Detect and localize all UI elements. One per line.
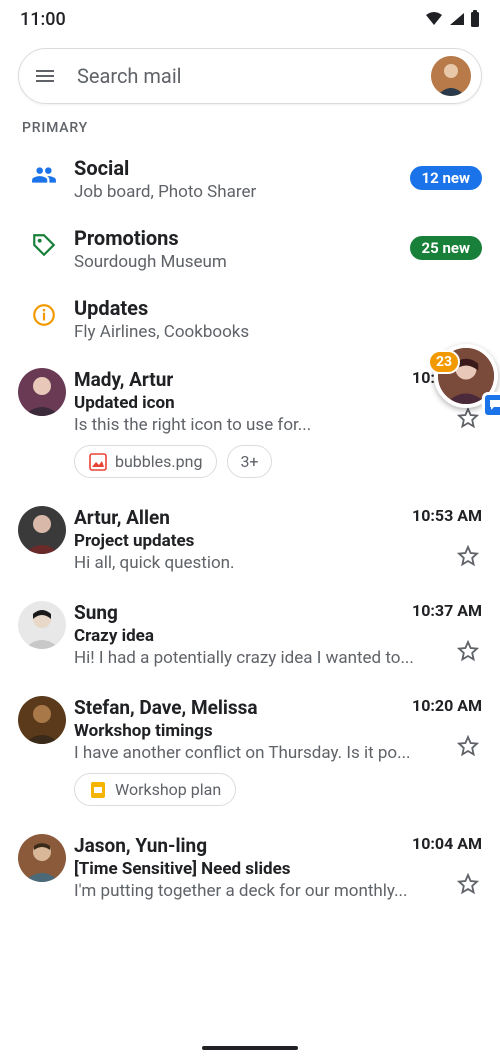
wifi-icon bbox=[424, 11, 444, 27]
attachment-chip[interactable]: Workshop plan bbox=[74, 773, 236, 806]
email-row[interactable]: Mady, Artur 10:55 AM Updated icon Is thi… bbox=[0, 354, 500, 492]
email-time: 10:37 AM bbox=[412, 601, 482, 620]
chip-label: Workshop plan bbox=[115, 780, 221, 799]
email-subject: [Time Sensitive] Need slides bbox=[74, 859, 482, 879]
email-row[interactable]: Sung 10:37 AM Crazy idea Hi! I had a pot… bbox=[0, 587, 500, 682]
category-subtitle: Fly Airlines, Cookbooks bbox=[74, 322, 482, 342]
status-bar: 11:00 bbox=[0, 0, 500, 32]
status-time: 11:00 bbox=[20, 9, 66, 30]
email-snippet: I have another conflict on Thursday. Is … bbox=[74, 743, 482, 763]
badge-new: 25 new bbox=[410, 236, 482, 260]
sender-avatar bbox=[18, 506, 70, 554]
cell-signal-icon bbox=[448, 11, 466, 27]
email-row[interactable]: Jason, Yun-ling 10:04 AM [Time Sensitive… bbox=[0, 820, 500, 915]
email-sender: Jason, Yun-ling bbox=[74, 834, 207, 857]
sender-avatar bbox=[18, 834, 70, 882]
chat-app-icon bbox=[482, 392, 500, 418]
category-title: Updates bbox=[74, 296, 482, 320]
email-snippet: Hi! I had a potentially crazy idea I wan… bbox=[74, 648, 482, 668]
email-time: 10:04 AM bbox=[412, 834, 482, 853]
attachment-more-chip[interactable]: 3+ bbox=[227, 445, 271, 478]
sender-avatar bbox=[18, 368, 70, 416]
email-sender: Mady, Artur bbox=[74, 368, 173, 391]
chat-head-badge: 23 bbox=[428, 350, 460, 374]
email-row[interactable]: Artur, Allen 10:53 AM Project updates Hi… bbox=[0, 492, 500, 587]
chip-label: bubbles.png bbox=[115, 452, 202, 471]
account-avatar[interactable] bbox=[431, 56, 471, 96]
tag-icon bbox=[18, 226, 70, 258]
home-indicator[interactable] bbox=[202, 1046, 298, 1050]
search-bar-container: Search mail bbox=[0, 32, 500, 114]
email-row[interactable]: Stefan, Dave, Melissa 10:20 AM Workshop … bbox=[0, 682, 500, 820]
people-icon bbox=[18, 156, 70, 188]
email-snippet: I'm putting together a deck for our mont… bbox=[74, 881, 482, 901]
menu-icon[interactable] bbox=[33, 64, 57, 88]
chip-label: 3+ bbox=[240, 452, 258, 471]
email-time: 10:53 AM bbox=[412, 506, 482, 525]
category-updates[interactable]: Updates Fly Airlines, Cookbooks bbox=[0, 284, 500, 354]
star-icon[interactable] bbox=[456, 639, 480, 663]
inbox-list: Social Job board, Photo Sharer 12 new Pr… bbox=[0, 144, 500, 915]
battery-icon bbox=[470, 10, 480, 28]
email-subject: Crazy idea bbox=[74, 626, 482, 646]
star-icon[interactable] bbox=[456, 872, 480, 896]
star-icon[interactable] bbox=[456, 734, 480, 758]
search-input[interactable]: Search mail bbox=[77, 64, 431, 88]
email-snippet: Is this the right icon to use for... bbox=[74, 415, 482, 435]
email-subject: Project updates bbox=[74, 531, 482, 551]
email-sender: Sung bbox=[74, 601, 118, 624]
attachment-chip[interactable]: bubbles.png bbox=[74, 445, 217, 478]
category-social[interactable]: Social Job board, Photo Sharer 12 new bbox=[0, 144, 500, 214]
category-promotions[interactable]: Promotions Sourdough Museum 25 new bbox=[0, 214, 500, 284]
email-subject: Workshop timings bbox=[74, 721, 482, 741]
chat-head[interactable]: 23 bbox=[434, 344, 500, 416]
category-subtitle: Job board, Photo Sharer bbox=[74, 182, 402, 202]
star-icon[interactable] bbox=[456, 544, 480, 568]
email-subject: Updated icon bbox=[74, 393, 482, 413]
image-icon bbox=[89, 453, 107, 471]
sender-avatar bbox=[18, 601, 70, 649]
status-icons bbox=[422, 10, 480, 28]
email-time: 10:20 AM bbox=[412, 696, 482, 715]
email-snippet: Hi all, quick question. bbox=[74, 553, 482, 573]
category-title: Social bbox=[74, 156, 402, 180]
category-subtitle: Sourdough Museum bbox=[74, 252, 402, 272]
slides-icon bbox=[89, 781, 107, 799]
info-icon bbox=[18, 296, 70, 328]
email-sender: Stefan, Dave, Melissa bbox=[74, 696, 258, 719]
email-sender: Artur, Allen bbox=[74, 506, 170, 529]
sender-avatar bbox=[18, 696, 70, 744]
category-title: Promotions bbox=[74, 226, 402, 250]
search-bar[interactable]: Search mail bbox=[18, 48, 482, 104]
section-label: PRIMARY bbox=[0, 114, 500, 144]
badge-new: 12 new bbox=[410, 166, 482, 190]
